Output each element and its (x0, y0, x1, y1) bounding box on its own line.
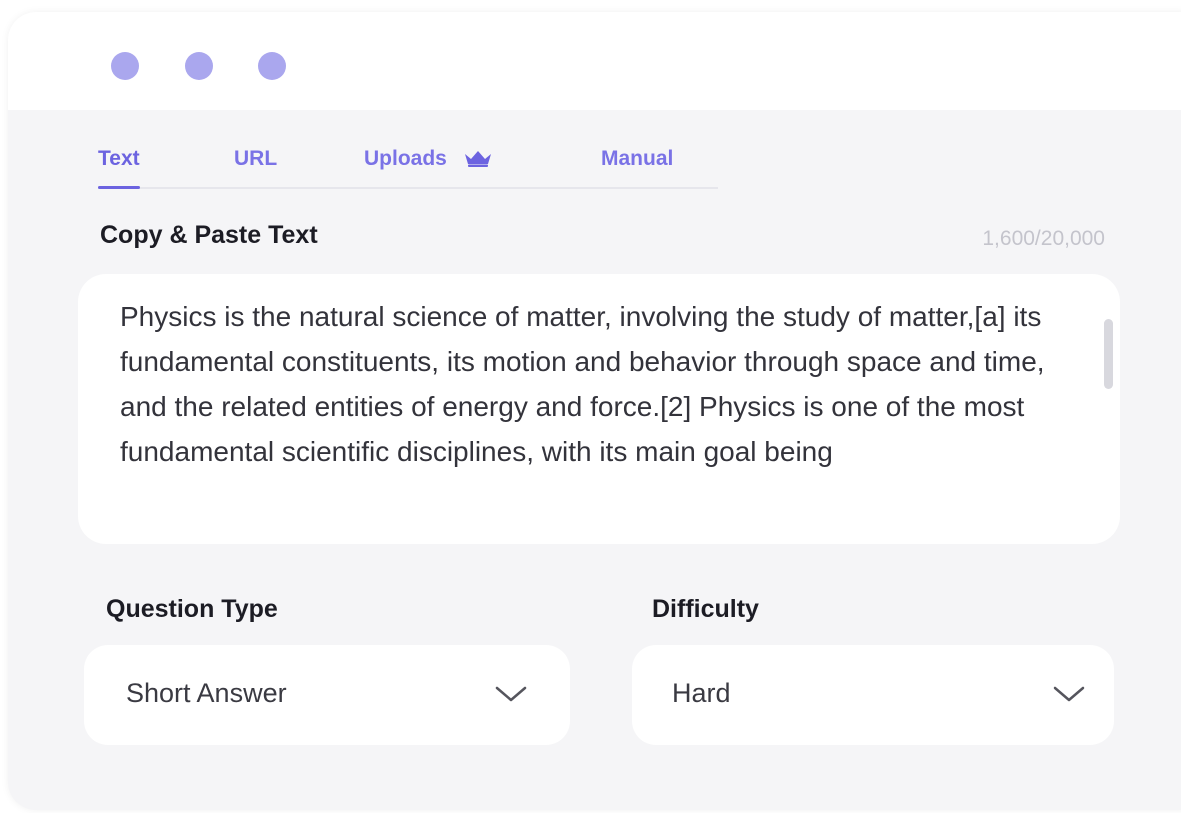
tab-text[interactable]: Text (98, 147, 140, 189)
scrollbar-thumb[interactable] (1104, 319, 1113, 389)
question-type-select[interactable]: Short Answer (84, 645, 570, 745)
copy-paste-title: Copy & Paste Text (100, 221, 318, 249)
window-dot-icon (111, 52, 139, 80)
tab-uploads-label: Uploads (364, 147, 447, 170)
character-counter: 1,600/20,000 (982, 227, 1105, 250)
source-text-area[interactable]: Physics is the natural science of matter… (78, 274, 1120, 544)
tab-text-label: Text (98, 147, 140, 170)
chevron-down-icon (1053, 686, 1085, 702)
difficulty-label: Difficulty (652, 595, 759, 623)
tab-uploads[interactable]: Uploads (364, 147, 493, 185)
question-type-value: Short Answer (126, 678, 287, 708)
tab-manual[interactable]: Manual (601, 147, 673, 185)
app-window: Text URL Uploads Manual Copy & Paste Tex… (8, 12, 1181, 810)
crown-icon (463, 149, 493, 173)
tab-url-label: URL (234, 147, 278, 170)
difficulty-value: Hard (672, 678, 731, 708)
question-type-label: Question Type (106, 595, 278, 623)
window-dot-icon (258, 52, 286, 80)
window-dot-icon (185, 52, 213, 80)
difficulty-select[interactable]: Hard (632, 645, 1114, 745)
tab-url[interactable]: URL (234, 147, 277, 185)
tab-manual-label: Manual (601, 147, 674, 170)
title-bar (8, 12, 1181, 110)
input-source-tabs: Text URL Uploads Manual (98, 147, 718, 189)
source-text-content[interactable]: Physics is the natural science of matter… (120, 294, 1060, 474)
chevron-down-icon (495, 686, 527, 702)
